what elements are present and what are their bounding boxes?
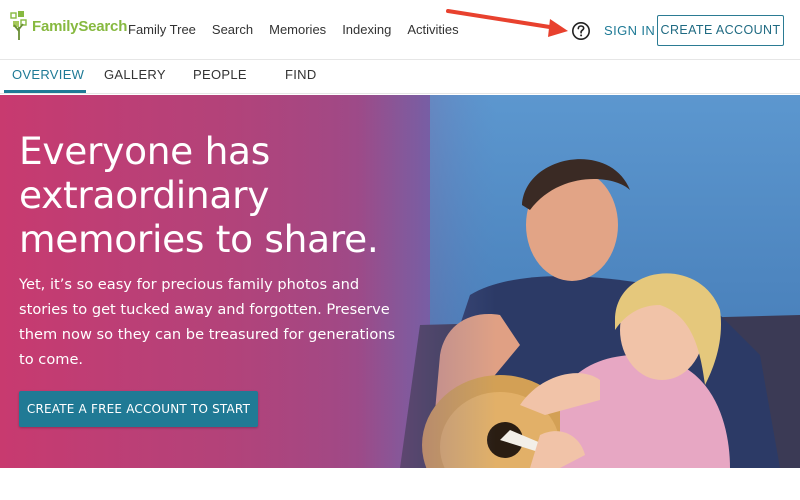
family-tree-icon	[10, 11, 27, 40]
sub-tabs: OVERVIEW GALLERY PEOPLE FIND	[0, 60, 800, 94]
tab-overview[interactable]: OVERVIEW	[12, 67, 84, 82]
hero-title: Everyone has extraordinary memories to s…	[19, 129, 439, 261]
nav-search[interactable]: Search	[212, 22, 253, 37]
hero-title-line-3: memories to share.	[19, 217, 379, 261]
nav-memories[interactable]: Memories	[269, 22, 326, 37]
top-navigation: FamilySearch Family Tree Search Memories…	[0, 0, 800, 60]
annotation-arrow-icon	[446, 9, 568, 37]
tab-gallery[interactable]: GALLERY	[104, 67, 166, 82]
hero-banner: Everyone has extraordinary memories to s…	[0, 95, 800, 468]
brand-name: FamilySearch	[32, 17, 128, 35]
hero-title-line-1: Everyone has	[19, 129, 270, 173]
create-account-button[interactable]: CREATE ACCOUNT	[657, 15, 784, 46]
page-content-below-hero	[0, 468, 800, 500]
nav-indexing[interactable]: Indexing	[342, 22, 391, 37]
hero-description: Yet, it’s so easy for precious family ph…	[19, 276, 396, 368]
nav-family-tree[interactable]: Family Tree	[128, 22, 196, 37]
hero-title-line-2: extraordinary	[19, 173, 270, 217]
tab-find[interactable]: FIND	[285, 67, 317, 82]
main-nav: Family Tree Search Memories Indexing Act…	[128, 22, 475, 37]
active-tab-indicator	[4, 90, 86, 93]
sign-in-link[interactable]: SIGN IN	[604, 23, 655, 38]
create-free-account-button[interactable]: CREATE A FREE ACCOUNT TO START	[19, 391, 258, 427]
familysearch-logo[interactable]: FamilySearch	[10, 10, 127, 42]
tab-people[interactable]: PEOPLE	[193, 67, 247, 82]
